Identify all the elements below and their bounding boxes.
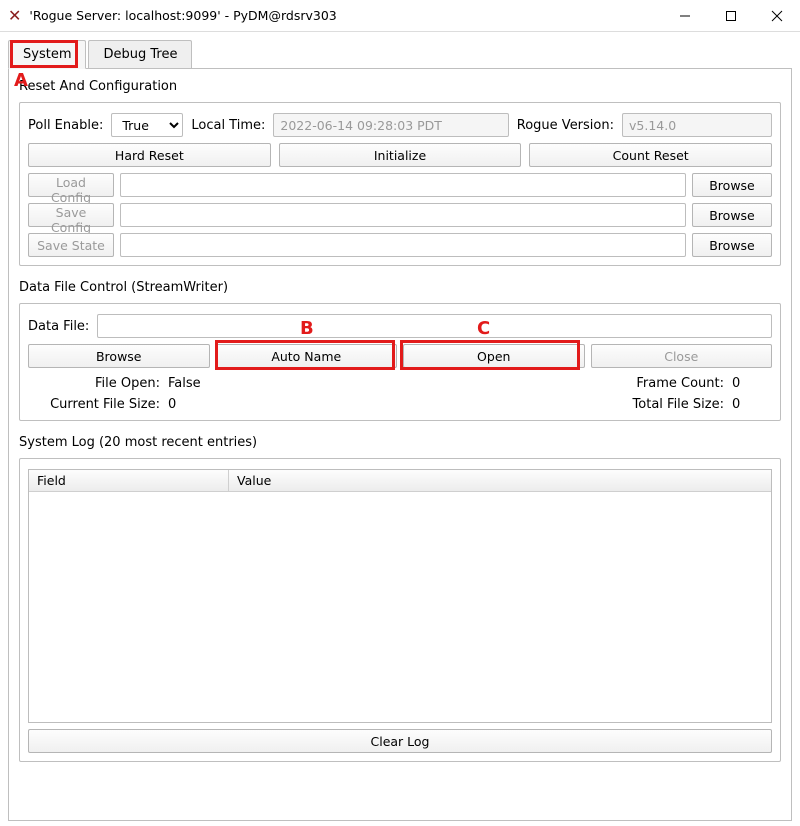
- data-file-browse-button[interactable]: Browse: [28, 344, 210, 368]
- clear-log-button[interactable]: Clear Log: [28, 729, 772, 753]
- load-config-button[interactable]: Load Config: [28, 173, 114, 197]
- tab-bar: System Debug Tree: [8, 40, 792, 69]
- frame-count-value: 0: [732, 376, 772, 391]
- rogue-version-label: Rogue Version:: [517, 118, 614, 133]
- hard-reset-button[interactable]: Hard Reset: [28, 143, 271, 167]
- data-file-title: Data File Control (StreamWriter): [19, 280, 781, 295]
- count-reset-button[interactable]: Count Reset: [529, 143, 772, 167]
- close-button[interactable]: [754, 1, 800, 31]
- tab-system[interactable]: System: [8, 40, 86, 69]
- local-time-label: Local Time:: [191, 118, 265, 133]
- system-log-title: System Log (20 most recent entries): [19, 435, 781, 450]
- initialize-button[interactable]: Initialize: [279, 143, 522, 167]
- save-state-button[interactable]: Save State: [28, 233, 114, 257]
- total-file-size-label: Total File Size:: [592, 397, 732, 412]
- total-file-size-value: 0: [732, 397, 772, 412]
- local-time-field: [273, 113, 508, 137]
- file-open-label: File Open:: [28, 376, 168, 391]
- save-config-browse-button[interactable]: Browse: [692, 203, 772, 227]
- save-config-button[interactable]: Save Config: [28, 203, 114, 227]
- reset-config-group: Poll Enable: True Local Time: Rogue Vers…: [19, 102, 781, 266]
- system-log-group: Field Value Clear Log: [19, 458, 781, 762]
- save-config-path[interactable]: [120, 203, 686, 227]
- maximize-button[interactable]: [708, 1, 754, 31]
- minimize-button[interactable]: [662, 1, 708, 31]
- tab-debug-tree[interactable]: Debug Tree: [88, 40, 192, 68]
- log-body[interactable]: [29, 492, 771, 722]
- load-config-path[interactable]: [120, 173, 686, 197]
- title-bar: ✕ 'Rogue Server: localhost:9099' - PyDM@…: [0, 0, 800, 32]
- poll-enable-label: Poll Enable:: [28, 118, 103, 133]
- save-state-browse-button[interactable]: Browse: [692, 233, 772, 257]
- log-table: Field Value: [28, 469, 772, 723]
- poll-enable-select[interactable]: True: [111, 113, 183, 137]
- log-col-value[interactable]: Value: [229, 470, 771, 491]
- data-file-label: Data File:: [28, 319, 89, 334]
- save-state-path[interactable]: [120, 233, 686, 257]
- log-col-field[interactable]: Field: [29, 470, 229, 491]
- app-icon: ✕: [8, 6, 21, 25]
- window-title: 'Rogue Server: localhost:9099' - PyDM@rd…: [29, 8, 336, 23]
- rogue-version-field: [622, 113, 772, 137]
- current-file-size-value: 0: [168, 397, 208, 412]
- file-open-value: False: [168, 376, 208, 391]
- data-file-path[interactable]: [97, 314, 772, 338]
- open-button[interactable]: Open: [403, 344, 585, 368]
- load-config-browse-button[interactable]: Browse: [692, 173, 772, 197]
- current-file-size-label: Current File Size:: [28, 397, 168, 412]
- data-file-group: Data File: Browse Auto Name Open Close F…: [19, 303, 781, 421]
- auto-name-button[interactable]: Auto Name: [216, 344, 398, 368]
- close-button-file[interactable]: Close: [591, 344, 773, 368]
- reset-config-title: Reset And Configuration: [19, 79, 781, 94]
- frame-count-label: Frame Count:: [592, 376, 732, 391]
